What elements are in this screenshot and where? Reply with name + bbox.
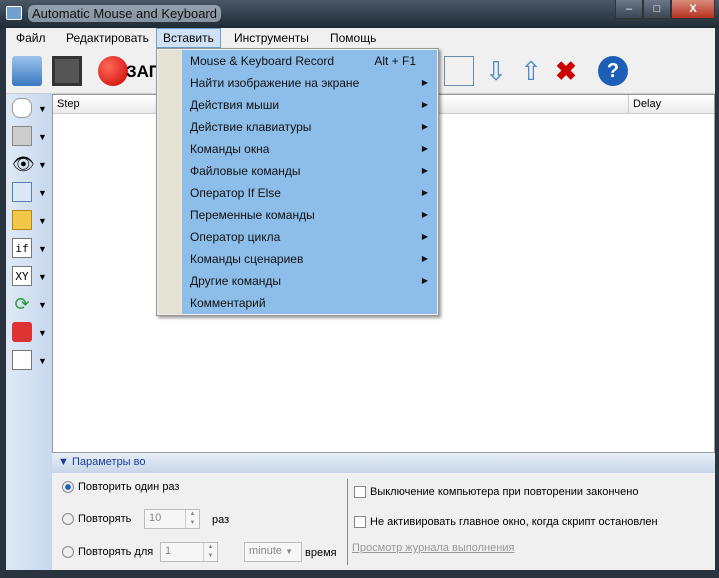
submenu-arrow-icon: ▶ [421, 232, 428, 241]
save-icon[interactable] [52, 56, 82, 86]
open-icon[interactable] [12, 56, 42, 86]
divider [347, 479, 348, 565]
menu-item-label: Оператор цикла [190, 230, 281, 244]
shortcut-label: Alt + F1 [374, 54, 416, 68]
chevron-down-icon[interactable]: ▼ [38, 160, 47, 170]
chevron-down-icon[interactable]: ▼ [38, 300, 47, 310]
menu-item-label: Mouse & Keyboard Record [190, 54, 335, 68]
menu-item-label: Команды окна [190, 142, 270, 156]
submenu-arrow-icon: ▶ [421, 122, 428, 131]
menu-edit[interactable]: Редактировать [60, 30, 155, 46]
menu-item[interactable]: Другие команды ▶ [190, 270, 430, 292]
chevron-down-icon[interactable]: ▼ [38, 216, 47, 226]
menu-item-label: Другие команды [190, 274, 281, 288]
delete-icon[interactable]: ✖ [551, 56, 581, 86]
move-up-icon[interactable]: ⇧ [516, 56, 546, 86]
chevron-down-icon[interactable]: ▼ [38, 356, 47, 366]
select-region-icon[interactable] [444, 56, 474, 86]
if-icon[interactable]: if [12, 238, 32, 258]
eye-icon[interactable]: 👁 [12, 154, 35, 174]
menu-item[interactable]: Оператор If Else ▶ [190, 182, 430, 204]
menu-item-label: Файловые команды [190, 164, 301, 178]
menu-item-label: Действие клавиатуры [190, 120, 312, 134]
menu-item[interactable]: Действие клавиатуры ▶ [190, 116, 430, 138]
menu-item[interactable]: Mouse & Keyboard Record Alt + F1 [190, 50, 430, 72]
other-commands-icon[interactable] [12, 350, 32, 370]
menu-item[interactable]: Комментарий [190, 292, 430, 314]
repeat-once-radio[interactable]: Повторить один раз [62, 481, 179, 493]
submenu-arrow-icon: ▶ [421, 210, 428, 219]
command-sidebar: ▼ ▼ 👁 ▼ ▼ ▼ if ▼ XY ▼ ⟳ ▼ ▼ ▼ [6, 94, 52, 570]
times-label: раз [212, 514, 230, 526]
help-icon[interactable]: ? [598, 56, 628, 86]
menu-item[interactable]: Найти изображение на экране ▶ [190, 72, 430, 94]
repeat-times-radio[interactable]: Повторять [62, 513, 131, 525]
submenu-arrow-icon: ▶ [421, 78, 428, 87]
repeat-for-radio[interactable]: Повторять для [62, 546, 153, 558]
folder-icon[interactable] [12, 210, 32, 230]
chevron-down-icon[interactable]: ▼ [38, 272, 47, 282]
menu-item-label: Оператор If Else [190, 186, 281, 200]
submenu-arrow-icon: ▶ [421, 188, 428, 197]
no-activate-checkbox[interactable]: Не активировать главное окно, когда скри… [354, 516, 658, 528]
keyboard-icon[interactable] [12, 126, 32, 146]
chevron-down-icon[interactable]: ▼ [38, 104, 47, 114]
menu-insert[interactable]: Вставить [156, 28, 221, 48]
maximize-button[interactable]: □ [643, 0, 671, 19]
view-log-link[interactable]: Просмотр журнала выполнения [352, 542, 514, 554]
close-button[interactable]: X [671, 0, 715, 19]
menu-item-label: Переменные команды [190, 208, 315, 222]
window-icon[interactable] [12, 182, 32, 202]
submenu-arrow-icon: ▶ [421, 144, 428, 153]
params-header[interactable]: ▼ Параметры во [52, 453, 715, 473]
column-step[interactable]: Step [57, 98, 80, 110]
menu-help[interactable]: Помощь [324, 30, 382, 46]
menu-file[interactable]: Файл [10, 30, 52, 46]
menu-item[interactable]: Команды окна ▶ [190, 138, 430, 160]
repeat-options: Повторить один раз Повторять 10 ▲ ▼ раз По… [52, 473, 715, 570]
menu-item[interactable]: Оператор цикла ▶ [190, 226, 430, 248]
submenu-arrow-icon: ▶ [421, 254, 428, 263]
unit-select[interactable]: minute ▼ [244, 542, 302, 562]
repeat-count-input[interactable]: 10 ▲ ▼ [144, 509, 200, 529]
menu-item[interactable]: Действия мыши ▶ [190, 94, 430, 116]
shutdown-checkbox[interactable]: Выключение компьютера при повторении зак… [354, 486, 638, 498]
menu-item-label: Найти изображение на экране [190, 76, 360, 90]
chevron-down-icon[interactable]: ▼ [38, 328, 47, 338]
duration-input[interactable]: 1 ▲ ▼ [160, 542, 218, 562]
menu-item[interactable]: Файловые команды ▶ [190, 160, 430, 182]
minimize-button[interactable]: – [615, 0, 643, 19]
submenu-arrow-icon: ▶ [421, 100, 428, 109]
insert-menu-dropdown: Mouse & Keyboard Record Alt + F1 Найти изо… [156, 48, 439, 316]
submenu-arrow-icon: ▶ [421, 276, 428, 285]
window-title: Automatic Mouse and Keyboard [28, 5, 221, 22]
menu-item-label: Действия мыши [190, 98, 280, 112]
loop-icon[interactable]: ⟳ [12, 294, 32, 314]
mouse-icon[interactable] [12, 98, 32, 118]
column-delay[interactable]: Delay [628, 95, 661, 114]
variable-icon[interactable]: XY [12, 266, 32, 286]
app-icon [6, 6, 22, 20]
menu-item-label: Команды сценариев [190, 252, 304, 266]
move-down-icon[interactable]: ⇩ [481, 56, 511, 86]
chevron-down-icon[interactable]: ▼ [38, 244, 47, 254]
time-label: время [305, 547, 337, 559]
menu-tools[interactable]: Инструменты [228, 30, 315, 46]
menu-bar: Файл Редактировать Вставить Инструменты … [6, 28, 715, 48]
chevron-down-icon[interactable]: ▼ [38, 132, 47, 142]
script-icon[interactable] [12, 322, 32, 342]
submenu-arrow-icon: ▶ [421, 166, 428, 175]
record-icon[interactable] [98, 56, 128, 86]
chevron-down-icon[interactable]: ▼ [38, 188, 47, 198]
title-bar: Automatic Mouse and Keyboard – □ X [0, 0, 719, 28]
menu-item-label: Комментарий [190, 296, 266, 310]
menu-item[interactable]: Переменные команды ▶ [190, 204, 430, 226]
menu-item[interactable]: Команды сценариев ▶ [190, 248, 430, 270]
params-title: Параметры во [71, 456, 146, 468]
